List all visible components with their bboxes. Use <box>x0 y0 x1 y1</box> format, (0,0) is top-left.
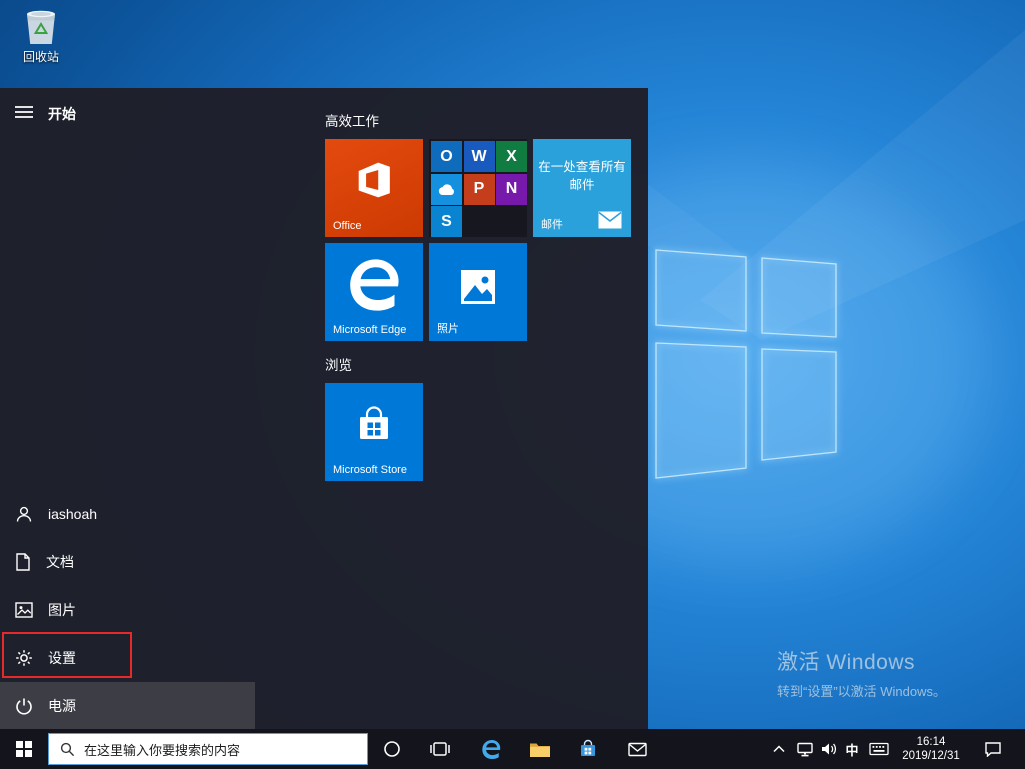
edge-logo-icon <box>350 259 399 311</box>
taskbar-search-input[interactable]: 在这里输入你要搜索的内容 <box>48 733 368 765</box>
start-menu-title: 开始 <box>48 106 76 122</box>
clock-time: 16:14 <box>916 736 946 748</box>
network-tray-button[interactable] <box>791 729 819 769</box>
search-placeholder-text: 在这里输入你要搜索的内容 <box>84 742 241 758</box>
pictures-icon <box>15 602 33 618</box>
speaker-icon <box>822 743 836 755</box>
tile-mail[interactable]: 在一处查看所有邮件 邮件 <box>533 139 631 237</box>
mail-taskbar-button[interactable] <box>615 729 659 769</box>
mini-tile-excel[interactable]: X <box>496 141 527 172</box>
rail-pictures-label: 图片 <box>48 602 76 618</box>
volume-tray-button[interactable] <box>816 729 842 769</box>
mail-envelope-icon <box>598 211 622 229</box>
tile-office-label: Office <box>333 220 362 232</box>
tile-office-suite-folder[interactable]: O W X P N S <box>429 139 527 237</box>
rail-settings-label: 设置 <box>48 650 76 666</box>
start-menu: 开始 iashoah 文档 图片 设置 电源 高效工作 Office O W X… <box>0 88 648 729</box>
watermark-title: 激活 Windows <box>777 651 916 674</box>
outlook-icon: O <box>440 147 453 165</box>
document-icon <box>16 553 30 571</box>
file-explorer-button[interactable] <box>518 729 562 769</box>
photos-icon <box>461 270 495 304</box>
mini-tile-powerpoint[interactable]: P <box>463 173 495 205</box>
word-icon: W <box>471 147 487 165</box>
action-center-icon <box>985 742 1001 757</box>
tile-store-label: Microsoft Store <box>333 464 407 476</box>
file-explorer-icon <box>530 743 550 757</box>
settings-gear-icon <box>16 650 32 666</box>
search-icon <box>60 742 75 756</box>
chevron-up-icon <box>773 745 785 753</box>
taskbar-edge-button[interactable] <box>469 729 513 769</box>
store-taskbar-icon <box>581 739 595 756</box>
ime-language-label: 中 <box>845 742 859 758</box>
cortana-circle-icon <box>384 741 400 757</box>
skype-icon: S <box>441 212 452 230</box>
mail-tile-headline: 在一处查看所有邮件 <box>538 160 626 192</box>
powerpoint-icon: P <box>473 180 485 197</box>
mini-tile-onedrive[interactable] <box>431 173 462 205</box>
rail-item-settings[interactable]: 设置 <box>0 634 255 682</box>
edge-taskbar-icon <box>481 739 500 759</box>
store-taskbar-button[interactable] <box>566 729 610 769</box>
tile-photos[interactable]: 照片 <box>429 243 527 341</box>
tile-edge-label: Microsoft Edge <box>333 324 407 336</box>
watermark-subtitle: 转到“设置”以激活 Windows。 <box>777 684 947 699</box>
ime-indicator[interactable]: 中 <box>840 729 864 769</box>
tile-microsoft-store[interactable]: Microsoft Store <box>325 383 423 481</box>
recycle-bin-icon <box>27 10 55 44</box>
action-center-button[interactable] <box>971 729 1015 769</box>
task-view-icon <box>430 742 450 756</box>
cortana-button[interactable] <box>370 729 414 769</box>
clock-date: 2019/12/31 <box>902 750 960 762</box>
rail-user-label: iashoah <box>48 506 98 522</box>
office-logo-icon <box>358 162 390 198</box>
onedrive-cloud-icon <box>438 183 454 195</box>
mini-tile-word[interactable]: W <box>463 141 495 172</box>
hamburger-icon <box>15 106 33 118</box>
taskbar: 在这里输入你要搜索的内容 中 16:14 2019/12/31 <box>0 729 1025 769</box>
excel-icon: X <box>506 147 517 165</box>
tile-photos-label: 照片 <box>437 323 459 335</box>
rail-power-label: 电源 <box>48 697 76 714</box>
activate-windows-watermark: 激活 Windows 转到“设置”以激活 Windows。 <box>777 646 946 700</box>
recycle-bin-label: 回收站 <box>22 50 59 64</box>
start-button[interactable] <box>0 729 48 769</box>
desktop: 激活 Windows 转到“设置”以激活 Windows。 回收站 开始 ias <box>0 0 1025 769</box>
task-view-button[interactable] <box>418 729 462 769</box>
rail-item-user[interactable]: iashoah <box>0 490 255 538</box>
user-icon <box>16 506 32 522</box>
tile-mail-label: 邮件 <box>541 219 563 231</box>
power-icon <box>16 698 32 714</box>
network-icon <box>797 742 813 756</box>
rail-documents-label: 文档 <box>46 554 74 570</box>
store-bag-icon <box>360 406 388 439</box>
group-header-productivity: 高效工作 <box>325 114 379 129</box>
tile-microsoft-edge[interactable]: Microsoft Edge <box>325 243 423 341</box>
tile-office[interactable]: Office <box>325 139 423 237</box>
recycle-bin[interactable]: 回收站 <box>12 6 70 65</box>
rail-item-documents[interactable]: 文档 <box>0 538 255 586</box>
taskbar-clock[interactable]: 16:14 2019/12/31 <box>893 729 969 769</box>
onenote-icon: N <box>505 180 518 197</box>
windows-logo-icon <box>16 741 32 757</box>
group-header-browse: 浏览 <box>325 358 352 373</box>
rail-item-pictures[interactable]: 图片 <box>0 586 255 634</box>
tray-overflow-button[interactable] <box>767 729 791 769</box>
rail-item-power[interactable]: 电源 <box>0 682 255 729</box>
keyboard-icon <box>868 742 889 756</box>
mini-tile-skype[interactable]: S <box>431 206 462 237</box>
touch-keyboard-button[interactable] <box>864 729 893 769</box>
mail-taskbar-icon <box>627 742 647 756</box>
mini-tile-outlook[interactable]: O <box>431 141 462 172</box>
mini-tile-onenote[interactable]: N <box>496 173 527 205</box>
